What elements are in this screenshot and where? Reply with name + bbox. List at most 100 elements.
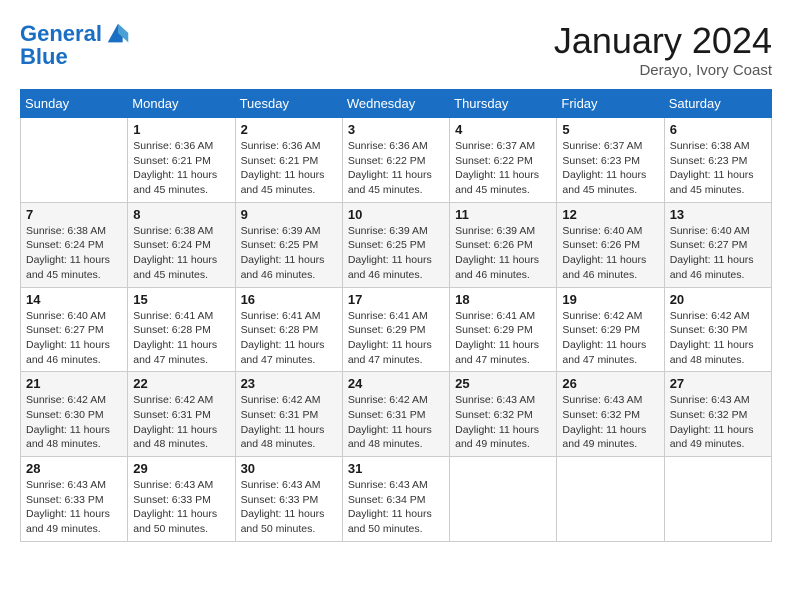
- calendar-table: SundayMondayTuesdayWednesdayThursdayFrid…: [20, 89, 772, 542]
- day-number: 18: [455, 292, 551, 307]
- weekday-header-tuesday: Tuesday: [235, 90, 342, 118]
- day-info: Sunrise: 6:43 AMSunset: 6:32 PMDaylight:…: [562, 393, 658, 452]
- day-info: Sunrise: 6:36 AMSunset: 6:22 PMDaylight:…: [348, 139, 444, 198]
- calendar-cell: 16 Sunrise: 6:41 AMSunset: 6:28 PMDayligh…: [235, 287, 342, 372]
- day-info: Sunrise: 6:40 AMSunset: 6:27 PMDaylight:…: [26, 309, 122, 368]
- day-number: 24: [348, 376, 444, 391]
- day-info: Sunrise: 6:43 AMSunset: 6:33 PMDaylight:…: [241, 478, 337, 537]
- day-info: Sunrise: 6:37 AMSunset: 6:22 PMDaylight:…: [455, 139, 551, 198]
- day-number: 6: [670, 122, 766, 137]
- day-info: Sunrise: 6:37 AMSunset: 6:23 PMDaylight:…: [562, 139, 658, 198]
- day-number: 26: [562, 376, 658, 391]
- calendar-cell: 5 Sunrise: 6:37 AMSunset: 6:23 PMDaylight…: [557, 118, 664, 203]
- calendar-cell: 17 Sunrise: 6:41 AMSunset: 6:29 PMDayligh…: [342, 287, 449, 372]
- day-number: 1: [133, 122, 229, 137]
- day-number: 31: [348, 461, 444, 476]
- day-number: 23: [241, 376, 337, 391]
- logo: General Blue: [20, 20, 132, 70]
- location-subtitle: Derayo, Ivory Coast: [554, 62, 772, 79]
- day-number: 10: [348, 207, 444, 222]
- calendar-cell: 23 Sunrise: 6:42 AMSunset: 6:31 PMDayligh…: [235, 372, 342, 457]
- weekday-header-friday: Friday: [557, 90, 664, 118]
- day-number: 16: [241, 292, 337, 307]
- day-number: 22: [133, 376, 229, 391]
- day-info: Sunrise: 6:41 AMSunset: 6:28 PMDaylight:…: [133, 309, 229, 368]
- calendar-cell: 12Sunrise: 6:40 AMSunset: 6:26 PMDayligh…: [557, 202, 664, 287]
- weekday-header-thursday: Thursday: [450, 90, 557, 118]
- calendar-cell: 27Sunrise: 6:43 AMSunset: 6:32 PMDayligh…: [664, 372, 771, 457]
- day-info: Sunrise: 6:42 AMSunset: 6:31 PMDaylight:…: [133, 393, 229, 452]
- day-number: 14: [26, 292, 122, 307]
- calendar-cell: 26 Sunrise: 6:43 AMSunset: 6:32 PMDayligh…: [557, 372, 664, 457]
- page-header: General Blue January 2024 Derayo, Ivory …: [20, 20, 772, 79]
- calendar-cell: 18 Sunrise: 6:41 AMSunset: 6:29 PMDayligh…: [450, 287, 557, 372]
- day-info: Sunrise: 6:43 AMSunset: 6:33 PMDaylight:…: [26, 478, 122, 537]
- calendar-cell: [557, 457, 664, 542]
- calendar-cell: [21, 118, 128, 203]
- day-info: Sunrise: 6:41 AMSunset: 6:28 PMDaylight:…: [241, 309, 337, 368]
- day-info: Sunrise: 6:39 AMSunset: 6:25 PMDaylight:…: [241, 224, 337, 283]
- calendar-cell: 24 Sunrise: 6:42 AMSunset: 6:31 PMDayligh…: [342, 372, 449, 457]
- day-number: 27: [670, 376, 766, 391]
- calendar-cell: 2 Sunrise: 6:36 AMSunset: 6:21 PMDaylight…: [235, 118, 342, 203]
- day-info: Sunrise: 6:38 AMSunset: 6:23 PMDaylight:…: [670, 139, 766, 198]
- calendar-cell: 6 Sunrise: 6:38 AMSunset: 6:23 PMDaylight…: [664, 118, 771, 203]
- calendar-cell: 14 Sunrise: 6:40 AMSunset: 6:27 PMDayligh…: [21, 287, 128, 372]
- day-info: Sunrise: 6:42 AMSunset: 6:31 PMDaylight:…: [348, 393, 444, 452]
- day-info: Sunrise: 6:36 AMSunset: 6:21 PMDaylight:…: [241, 139, 337, 198]
- day-info: Sunrise: 6:42 AMSunset: 6:29 PMDaylight:…: [562, 309, 658, 368]
- calendar-cell: 13Sunrise: 6:40 AMSunset: 6:27 PMDayligh…: [664, 202, 771, 287]
- weekday-header-sunday: Sunday: [21, 90, 128, 118]
- calendar-cell: 4 Sunrise: 6:37 AMSunset: 6:22 PMDaylight…: [450, 118, 557, 203]
- day-info: Sunrise: 6:39 AMSunset: 6:26 PMDaylight:…: [455, 224, 551, 283]
- day-info: Sunrise: 6:36 AMSunset: 6:21 PMDaylight:…: [133, 139, 229, 198]
- day-info: Sunrise: 6:41 AMSunset: 6:29 PMDaylight:…: [455, 309, 551, 368]
- logo-text: General: [20, 22, 102, 46]
- day-number: 11: [455, 207, 551, 222]
- day-info: Sunrise: 6:42 AMSunset: 6:30 PMDaylight:…: [670, 309, 766, 368]
- day-number: 25: [455, 376, 551, 391]
- day-number: 29: [133, 461, 229, 476]
- day-number: 4: [455, 122, 551, 137]
- calendar-cell: 3 Sunrise: 6:36 AMSunset: 6:22 PMDaylight…: [342, 118, 449, 203]
- day-info: Sunrise: 6:42 AMSunset: 6:30 PMDaylight:…: [26, 393, 122, 452]
- day-number: 9: [241, 207, 337, 222]
- title-block: January 2024 Derayo, Ivory Coast: [554, 20, 772, 79]
- calendar-cell: 31Sunrise: 6:43 AMSunset: 6:34 PMDayligh…: [342, 457, 449, 542]
- calendar-cell: 29Sunrise: 6:43 AMSunset: 6:33 PMDayligh…: [128, 457, 235, 542]
- calendar-cell: 7Sunrise: 6:38 AMSunset: 6:24 PMDaylight…: [21, 202, 128, 287]
- day-number: 8: [133, 207, 229, 222]
- calendar-cell: 9 Sunrise: 6:39 AMSunset: 6:25 PMDaylight…: [235, 202, 342, 287]
- day-info: Sunrise: 6:43 AMSunset: 6:32 PMDaylight:…: [455, 393, 551, 452]
- day-number: 19: [562, 292, 658, 307]
- day-number: 3: [348, 122, 444, 137]
- month-title: January 2024: [554, 20, 772, 62]
- calendar-cell: 21Sunrise: 6:42 AMSunset: 6:30 PMDayligh…: [21, 372, 128, 457]
- calendar-cell: [450, 457, 557, 542]
- calendar-cell: 28 Sunrise: 6:43 AMSunset: 6:33 PMDayligh…: [21, 457, 128, 542]
- day-info: Sunrise: 6:41 AMSunset: 6:29 PMDaylight:…: [348, 309, 444, 368]
- calendar-cell: 8Sunrise: 6:38 AMSunset: 6:24 PMDaylight…: [128, 202, 235, 287]
- day-number: 12: [562, 207, 658, 222]
- weekday-header-wednesday: Wednesday: [342, 90, 449, 118]
- day-number: 5: [562, 122, 658, 137]
- weekday-header-monday: Monday: [128, 90, 235, 118]
- day-number: 20: [670, 292, 766, 307]
- day-number: 2: [241, 122, 337, 137]
- calendar-cell: [664, 457, 771, 542]
- calendar-cell: 20 Sunrise: 6:42 AMSunset: 6:30 PMDayligh…: [664, 287, 771, 372]
- day-number: 30: [241, 461, 337, 476]
- day-number: 28: [26, 461, 122, 476]
- day-info: Sunrise: 6:39 AMSunset: 6:25 PMDaylight:…: [348, 224, 444, 283]
- calendar-cell: 25 Sunrise: 6:43 AMSunset: 6:32 PMDayligh…: [450, 372, 557, 457]
- day-number: 7: [26, 207, 122, 222]
- day-number: 17: [348, 292, 444, 307]
- logo-icon: [104, 20, 132, 48]
- calendar-cell: 22 Sunrise: 6:42 AMSunset: 6:31 PMDayligh…: [128, 372, 235, 457]
- weekday-header-saturday: Saturday: [664, 90, 771, 118]
- calendar-cell: 30 Sunrise: 6:43 AMSunset: 6:33 PMDayligh…: [235, 457, 342, 542]
- calendar-cell: 19 Sunrise: 6:42 AMSunset: 6:29 PMDayligh…: [557, 287, 664, 372]
- calendar-cell: 10 Sunrise: 6:39 AMSunset: 6:25 PMDayligh…: [342, 202, 449, 287]
- day-info: Sunrise: 6:42 AMSunset: 6:31 PMDaylight:…: [241, 393, 337, 452]
- day-info: Sunrise: 6:40 AMSunset: 6:27 PMDaylight:…: [670, 224, 766, 283]
